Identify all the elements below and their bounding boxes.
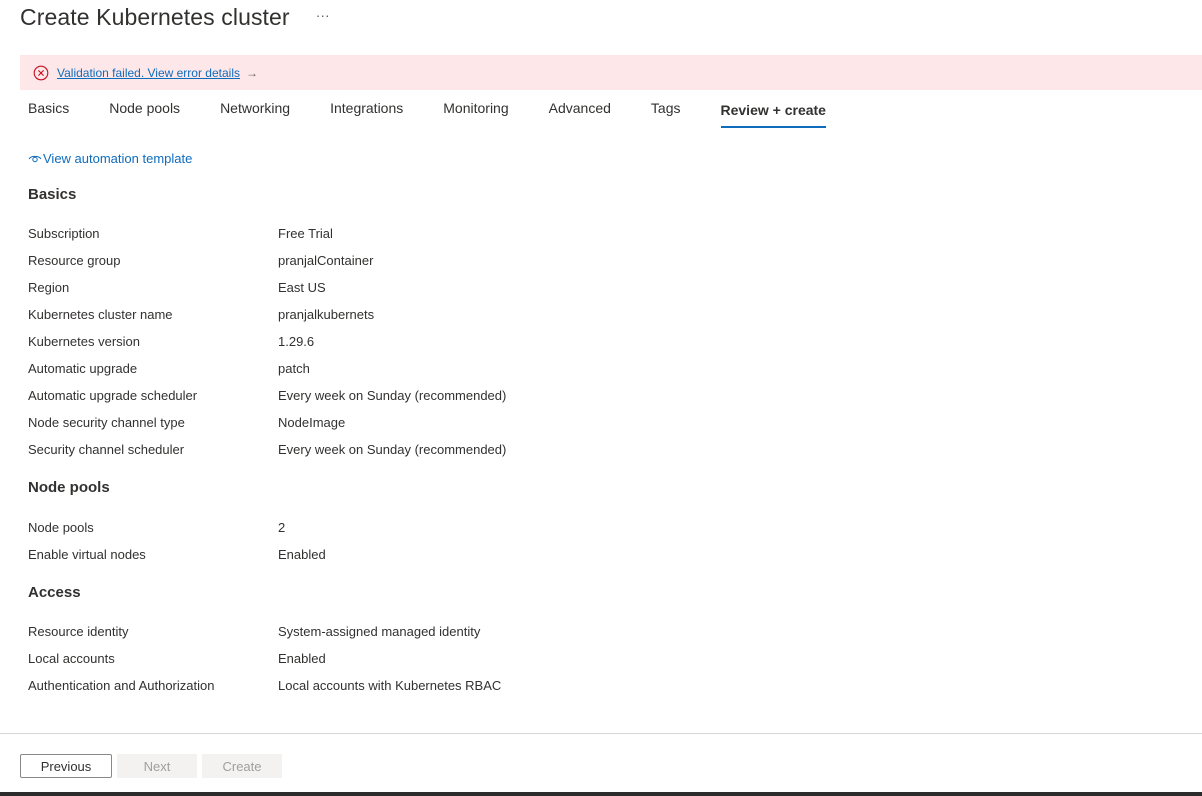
row-label: Region: [28, 280, 70, 295]
summary-row: Node security channel type NodeImage: [28, 415, 728, 433]
row-label: Resource group: [28, 253, 121, 268]
summary-row: Region East US: [28, 280, 728, 298]
create-button[interactable]: Create: [202, 754, 282, 778]
section-heading-access: Access: [28, 584, 81, 601]
row-value: NodeImage: [278, 415, 346, 430]
page-title: Create Kubernetes cluster: [20, 3, 290, 30]
footer-divider: [0, 733, 1202, 734]
summary-row: Kubernetes cluster name pranjalkubernets: [28, 307, 728, 325]
row-value: 2: [278, 520, 286, 535]
row-label: Enable virtual nodes: [28, 547, 146, 562]
row-label: Automatic upgrade scheduler: [28, 388, 198, 403]
row-label: Automatic upgrade: [28, 361, 138, 376]
tab-basics[interactable]: Basics: [28, 98, 69, 126]
row-label: Node pools: [28, 520, 94, 535]
tab-review-create[interactable]: Review + create: [720, 98, 826, 128]
summary-row: Authentication and Authorization Local a…: [28, 678, 728, 696]
taskbar-edge: [0, 792, 1202, 796]
wizard-tabs: Basics Node pools Networking Integration…: [28, 98, 866, 128]
title-row: Create Kubernetes cluster ···: [20, 0, 330, 34]
tab-node-pools[interactable]: Node pools: [109, 98, 180, 126]
view-error-details-link[interactable]: Validation failed. View error details: [57, 66, 240, 80]
tab-integrations[interactable]: Integrations: [330, 98, 403, 126]
automation-link-label[interactable]: View automation template: [43, 151, 192, 166]
section-heading-node-pools: Node pools: [28, 479, 110, 496]
summary-row: Automatic upgrade patch: [28, 361, 728, 379]
summary-row: Local accounts Enabled: [28, 651, 728, 669]
arrow-right-icon[interactable]: →: [246, 66, 258, 80]
row-value: pranjalkubernets: [278, 307, 375, 322]
row-value: Free Trial: [278, 226, 333, 241]
row-value: Enabled: [278, 651, 326, 666]
validation-error-banner: Validation failed. View error details →: [20, 55, 1202, 90]
row-label: Node security channel type: [28, 415, 185, 430]
summary-row: Kubernetes version 1.29.6: [28, 334, 728, 352]
summary-row: Node pools 2: [28, 520, 728, 538]
next-button[interactable]: Next: [117, 754, 197, 778]
tab-advanced[interactable]: Advanced: [549, 98, 611, 126]
section-heading-basics: Basics: [28, 186, 77, 203]
summary-row: Enable virtual nodes Enabled: [28, 547, 728, 565]
summary-row: Resource group pranjalContainer: [28, 253, 728, 271]
summary-row: Automatic upgrade scheduler Every week o…: [28, 388, 728, 406]
more-options-button[interactable]: ···: [316, 7, 330, 23]
summary-row: Security channel scheduler Every week on…: [28, 442, 728, 460]
tab-monitoring[interactable]: Monitoring: [443, 98, 508, 126]
row-label: Resource identity: [28, 624, 129, 639]
row-label: Local accounts: [28, 651, 115, 666]
error-circle-icon: [33, 65, 49, 81]
tab-networking[interactable]: Networking: [220, 98, 290, 126]
row-label: Subscription: [28, 226, 100, 241]
tab-tags[interactable]: Tags: [651, 98, 681, 126]
view-automation-template-link[interactable]: View automation template: [28, 151, 192, 166]
create-cluster-page: Create Kubernetes cluster ··· Validation…: [0, 0, 1202, 796]
row-label: Kubernetes cluster name: [28, 307, 173, 322]
row-value: System-assigned managed identity: [278, 624, 481, 639]
row-value: 1.29.6: [278, 334, 315, 349]
row-value: Enabled: [278, 547, 326, 562]
row-value: East US: [278, 280, 326, 295]
row-value: patch: [278, 361, 310, 376]
summary-row: Subscription Free Trial: [28, 226, 728, 244]
row-label: Kubernetes version: [28, 334, 141, 349]
row-value: Every week on Sunday (recommended): [278, 388, 507, 403]
summary-row: Resource identity System-assigned manage…: [28, 624, 728, 642]
row-value: Local accounts with Kubernetes RBAC: [278, 678, 502, 693]
row-value: pranjalContainer: [278, 253, 374, 268]
row-label: Security channel scheduler: [28, 442, 185, 457]
row-value: Every week on Sunday (recommended): [278, 442, 507, 457]
previous-button[interactable]: Previous: [20, 754, 112, 778]
row-label: Authentication and Authorization: [28, 678, 215, 693]
eye-icon: [28, 153, 42, 165]
